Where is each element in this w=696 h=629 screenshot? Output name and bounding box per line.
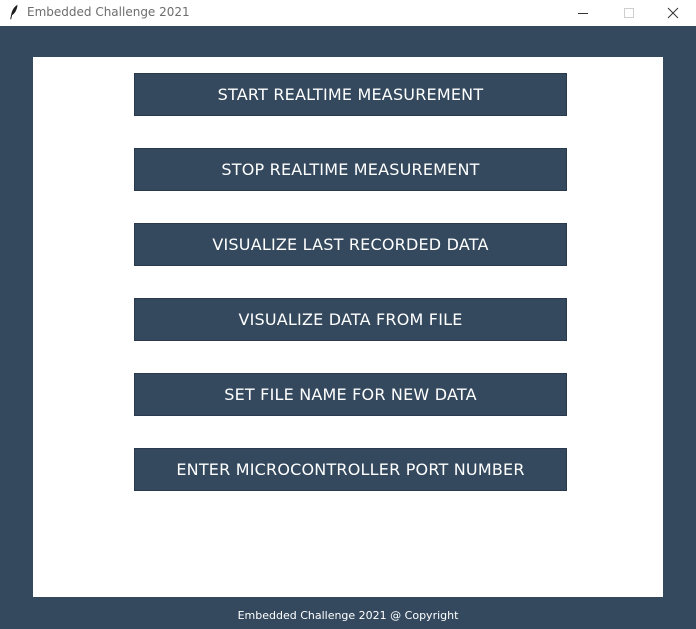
visualize-data-from-file-button[interactable]: VISUALIZE DATA FROM FILE [134, 298, 567, 341]
minimize-icon [578, 13, 588, 14]
feather-icon [9, 4, 19, 20]
stop-realtime-measurement-button[interactable]: STOP REALTIME MEASUREMENT [134, 148, 567, 191]
start-realtime-measurement-button[interactable]: START REALTIME MEASUREMENT [134, 73, 567, 116]
set-file-name-button[interactable]: SET FILE NAME FOR NEW DATA [134, 373, 567, 416]
maximize-icon [624, 8, 634, 18]
close-button[interactable] [650, 0, 696, 26]
maximize-button[interactable] [606, 0, 652, 26]
footer-copyright: Embedded Challenge 2021 @ Copyright [237, 609, 459, 622]
close-icon [667, 7, 679, 19]
app-window: Embedded Challenge 2021 START REALTIME M… [0, 0, 696, 629]
visualize-last-recorded-data-button[interactable]: VISUALIZE LAST RECORDED DATA [134, 223, 567, 266]
minimize-button[interactable] [560, 0, 606, 26]
title-bar[interactable]: Embedded Challenge 2021 [0, 0, 696, 26]
window-title: Embedded Challenge 2021 [27, 5, 190, 19]
enter-port-number-button[interactable]: ENTER MICROCONTROLLER PORT NUMBER [134, 448, 567, 491]
